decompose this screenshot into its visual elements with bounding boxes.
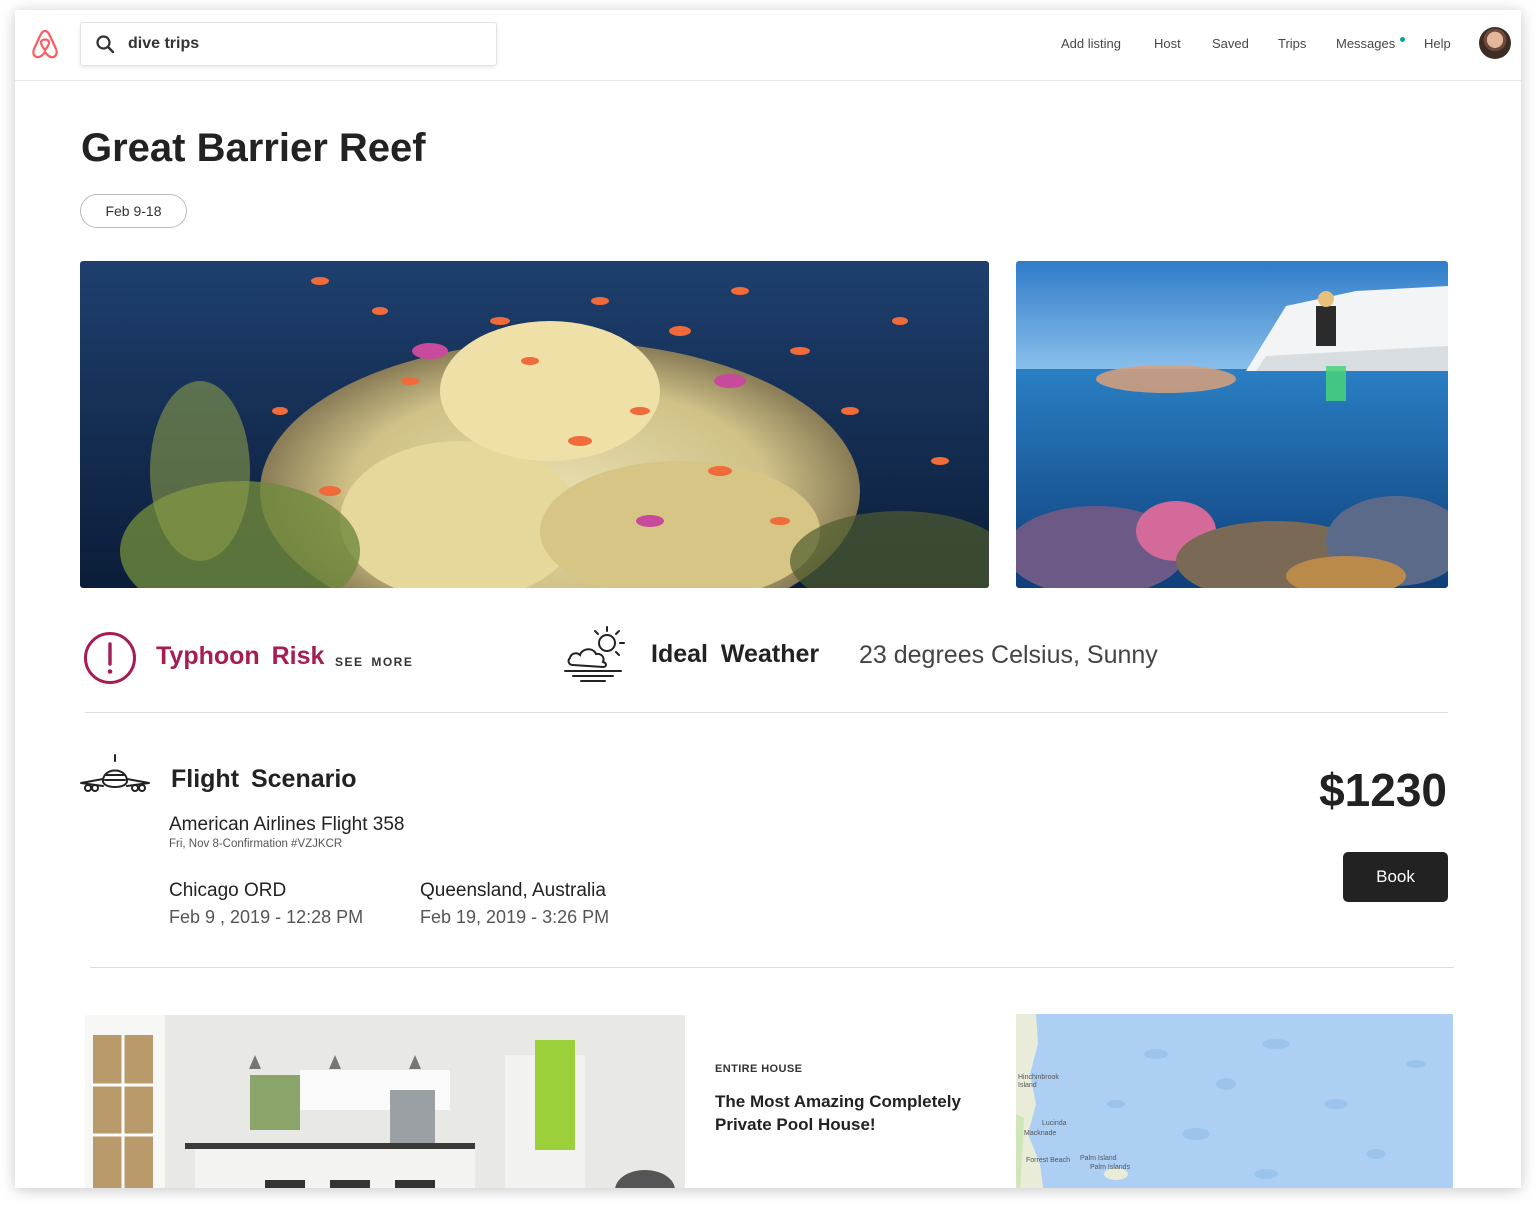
weather-detail: 23 degrees Celsius, Sunny: [859, 641, 1158, 669]
map-label: Forrest Beach: [1026, 1157, 1070, 1164]
partly-sunny-icon: [564, 626, 625, 682]
search-input[interactable]: [126, 34, 470, 54]
book-button[interactable]: Book: [1343, 852, 1448, 902]
listing-title[interactable]: The Most Amazing Completely Private Pool…: [715, 1090, 985, 1136]
airplane-icon: [80, 754, 150, 792]
nav-saved[interactable]: Saved: [1212, 36, 1249, 51]
user-avatar[interactable]: [1479, 27, 1511, 59]
nav-help[interactable]: Help: [1424, 36, 1451, 51]
map-label: Hinchinbrook Island: [1018, 1074, 1059, 1089]
page-title: Great Barrier Reef: [81, 126, 426, 170]
date-range-pill[interactable]: Feb 9-18: [80, 194, 187, 228]
nav-trips[interactable]: Trips: [1278, 36, 1306, 51]
nav-messages[interactable]: Messages: [1336, 36, 1395, 51]
airbnb-logo-icon[interactable]: [31, 28, 59, 60]
arrival-time: Feb 19, 2019 - 3:26 PM: [420, 907, 610, 927]
flight-price: $1230: [1319, 764, 1447, 816]
typhoon-risk-label: Typhoon Risk: [156, 642, 325, 670]
messages-notification-dot: [1400, 37, 1405, 42]
nav-add-listing[interactable]: Add listing: [1061, 36, 1121, 51]
alert-icon: [84, 632, 136, 684]
search-bar[interactable]: [80, 22, 497, 66]
confirmation-text: Fri, Nov 8-Confirmation #VZJKCR: [169, 838, 343, 850]
listing-map[interactable]: Hinchinbrook Island Lucinda Macknade For…: [1016, 1014, 1453, 1188]
app-window: Add listing Host Saved Trips Messages He…: [15, 10, 1521, 1188]
weather-label: Ideal Weather: [651, 640, 820, 668]
top-nav-bar: Add listing Host Saved Trips Messages He…: [15, 10, 1521, 81]
section-divider: [90, 967, 1454, 968]
search-icon: [96, 35, 115, 54]
snorkel-photo[interactable]: [1016, 261, 1448, 588]
map-label: Palm Island: [1080, 1155, 1117, 1162]
airline-name: American Airlines Flight 358: [169, 814, 405, 835]
listing-photo[interactable]: [85, 1015, 685, 1188]
flight-scenario-label: Flight Scenario: [171, 765, 357, 793]
nav-host[interactable]: Host: [1154, 36, 1181, 51]
arrival-city: Queensland, Australia: [420, 880, 606, 901]
map-label: Palm Islands: [1090, 1164, 1131, 1171]
section-divider: [85, 712, 1448, 713]
see-more-link[interactable]: SEE MORE: [335, 655, 413, 669]
listing-type: ENTIRE HOUSE: [715, 1063, 803, 1075]
departure-time: Feb 9 , 2019 - 12:28 PM: [169, 907, 364, 927]
reef-photo[interactable]: [80, 261, 989, 588]
departure-city: Chicago ORD: [169, 880, 287, 901]
map-label: Lucinda: [1042, 1120, 1067, 1127]
map-label: Macknade: [1024, 1130, 1057, 1137]
